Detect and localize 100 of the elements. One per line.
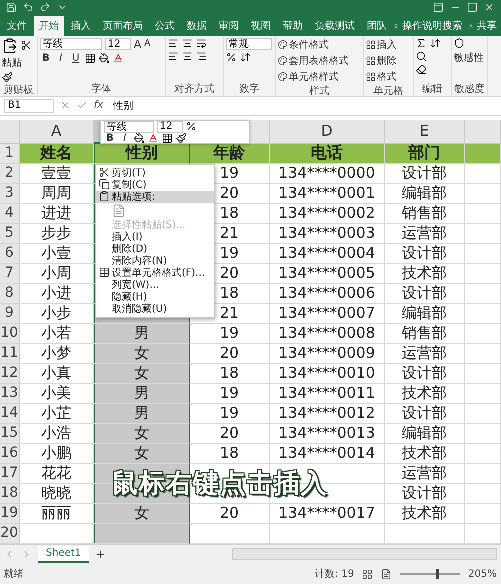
ribbon-tab[interactable]: 帮助 bbox=[278, 16, 308, 36]
menu-item[interactable]: 删除(D) bbox=[96, 242, 214, 255]
table-cell: 小若 bbox=[20, 324, 94, 344]
horizontal-scrollbar[interactable] bbox=[232, 548, 497, 560]
add-sheet-icon[interactable] bbox=[95, 548, 106, 560]
ribbon-tab[interactable]: 负载测试 bbox=[310, 16, 360, 36]
align-icon[interactable] bbox=[182, 38, 193, 49]
fill-icon[interactable] bbox=[99, 53, 110, 64]
cells-button[interactable]: 格式 bbox=[366, 70, 411, 84]
percent-icon[interactable] bbox=[226, 52, 237, 63]
ribbon-tab[interactable]: 团队 bbox=[362, 16, 392, 36]
formula-field[interactable]: 性别 bbox=[109, 98, 497, 113]
clipboard-icon[interactable] bbox=[2, 38, 18, 54]
slider-thumb[interactable] bbox=[436, 569, 440, 580]
scissors-icon[interactable] bbox=[21, 40, 32, 52]
eraser-icon[interactable] bbox=[416, 64, 427, 75]
normal-view-icon[interactable] bbox=[362, 568, 374, 580]
format-button[interactable]: U bbox=[70, 52, 82, 65]
sensitivity-button[interactable]: 敏感性 bbox=[454, 50, 485, 65]
border-icon[interactable] bbox=[85, 53, 96, 64]
format-button[interactable]: B bbox=[40, 52, 52, 65]
table-cell: 小浩 bbox=[20, 424, 94, 444]
align-icon[interactable] bbox=[182, 50, 193, 62]
border-icon[interactable] bbox=[162, 133, 173, 144]
wrap-icon[interactable] bbox=[196, 38, 207, 49]
undo-icon[interactable] bbox=[23, 2, 34, 14]
format-button[interactable]: I bbox=[119, 132, 131, 145]
sort-icon[interactable] bbox=[430, 38, 441, 49]
menu-item[interactable]: 列宽(W)... bbox=[96, 278, 214, 291]
align-icon[interactable] bbox=[168, 38, 179, 49]
column-header[interactable]: E bbox=[385, 120, 465, 144]
maximize-icon[interactable] bbox=[467, 2, 478, 14]
size-select[interactable]: 12 bbox=[157, 120, 183, 133]
paste-button[interactable]: 粘贴 bbox=[2, 56, 22, 70]
fill-icon[interactable] bbox=[134, 133, 145, 144]
menu-item[interactable]: 取消隐藏(U) bbox=[96, 302, 214, 315]
column-header[interactable]: D bbox=[270, 120, 385, 144]
ribbon-display-icon[interactable] bbox=[433, 2, 444, 14]
table-cell: 20 bbox=[190, 504, 270, 524]
menu-item[interactable]: 清除内容(N) bbox=[96, 254, 214, 267]
table-cell: 运营部 bbox=[385, 464, 465, 484]
brush-icon[interactable] bbox=[2, 72, 13, 83]
ribbon-tab[interactable]: 数据 bbox=[182, 16, 212, 36]
format-select[interactable]: 常规 bbox=[226, 38, 272, 50]
table-cell: 步步 bbox=[20, 224, 94, 244]
menu-item[interactable]: 粘贴选项: bbox=[96, 190, 214, 203]
table-cell: 134****0006 bbox=[270, 284, 385, 304]
menu-item[interactable]: 设置单元格格式(F)... bbox=[96, 266, 214, 279]
cells-button[interactable]: 删除 bbox=[366, 54, 411, 68]
cells-button[interactable]: 插入 bbox=[366, 38, 411, 52]
close-icon[interactable] bbox=[484, 2, 495, 14]
search-field[interactable]: 操作说明搜索 bbox=[400, 16, 464, 36]
search-icon[interactable] bbox=[416, 50, 427, 62]
shield-icon[interactable] bbox=[454, 38, 465, 49]
font-select[interactable]: 等线 bbox=[40, 38, 102, 50]
menu-item[interactable]: 插入(I) bbox=[96, 230, 214, 243]
page-layout-icon[interactable] bbox=[381, 568, 392, 580]
name-box[interactable]: B1 bbox=[4, 98, 54, 113]
grow-font-button[interactable]: A bbox=[134, 38, 142, 51]
share-button[interactable]: 共享 bbox=[475, 16, 499, 36]
percent-icon[interactable] bbox=[186, 121, 197, 132]
save-icon[interactable] bbox=[6, 2, 17, 14]
function-button[interactable]: fx bbox=[94, 100, 104, 112]
size-select[interactable]: 12 bbox=[105, 38, 131, 50]
font-color-icon[interactable] bbox=[148, 133, 159, 144]
table-icon bbox=[98, 267, 110, 278]
ribbon-tab[interactable]: 开始 bbox=[34, 16, 64, 36]
align-icon[interactable] bbox=[196, 50, 207, 62]
ribbon-tab[interactable]: 页面布局 bbox=[98, 16, 148, 36]
status-text: 就绪 bbox=[4, 568, 24, 582]
paste-icon[interactable] bbox=[112, 204, 126, 218]
decimal-icon[interactable] bbox=[240, 52, 251, 63]
column-header[interactable]: A bbox=[20, 120, 94, 144]
align-icon[interactable] bbox=[168, 50, 179, 62]
format-button[interactable]: B bbox=[104, 132, 116, 145]
table-cell: 设计部 bbox=[385, 364, 465, 384]
group-label: 剪贴板 bbox=[2, 84, 34, 97]
group-label: 编辑 bbox=[422, 82, 444, 96]
styles-button[interactable]: 条件格式 bbox=[278, 38, 361, 52]
table-cell: 女 bbox=[94, 504, 190, 524]
redo-icon[interactable] bbox=[40, 2, 51, 14]
table-cell: 运营部 bbox=[385, 344, 465, 364]
menu-item[interactable]: 隐藏(H) bbox=[96, 290, 214, 303]
ribbon-tab[interactable]: 视图 bbox=[246, 16, 276, 36]
table-cell: 周周 bbox=[20, 184, 94, 204]
sheet-tab[interactable]: Sheet1 bbox=[38, 546, 90, 563]
format-button[interactable]: I bbox=[55, 52, 67, 65]
table-cell: 19 bbox=[190, 384, 270, 404]
font-select[interactable]: 等线 bbox=[104, 120, 154, 133]
ribbon-tab[interactable]: 插入 bbox=[66, 16, 96, 36]
cancel-icon[interactable] bbox=[60, 100, 71, 112]
styles-button[interactable]: 套用表格格式 bbox=[278, 54, 361, 68]
styles-button[interactable]: 单元格样式 bbox=[278, 70, 361, 84]
brush-icon[interactable] bbox=[176, 133, 187, 144]
sigma-icon[interactable] bbox=[416, 38, 427, 49]
ribbon-tab[interactable]: 公式 bbox=[150, 16, 180, 36]
ribbon-tab[interactable]: 文件 bbox=[2, 16, 32, 36]
font-color-icon[interactable] bbox=[113, 53, 124, 64]
shrink-font-button[interactable]: A bbox=[144, 39, 151, 50]
ribbon-tab[interactable]: 审阅 bbox=[214, 16, 244, 36]
